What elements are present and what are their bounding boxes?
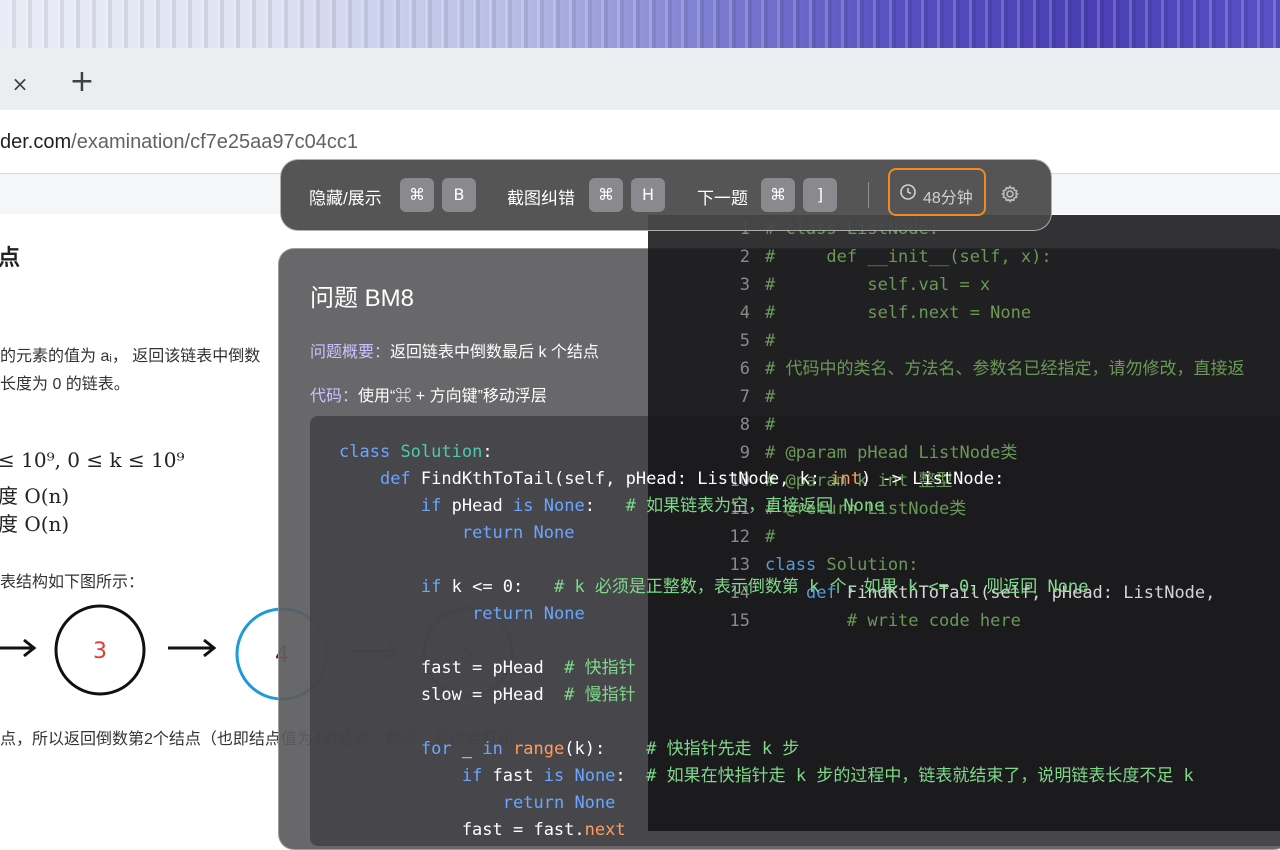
desktop-wallpaper: [0, 0, 1280, 48]
close-tab-icon[interactable]: ×: [8, 72, 32, 96]
problem-title: 点: [0, 245, 21, 270]
url-host: der.com: [0, 131, 72, 153]
problem-description-line: 的元素的值为 aᵢ， 返回该链表中倒数: [0, 348, 261, 365]
gear-icon[interactable]: [1000, 184, 1020, 204]
b-key: B: [442, 178, 476, 212]
arrow-icon: [168, 638, 217, 658]
example-note: 表结构如下图所示：: [0, 574, 145, 591]
problem-summary: 问题概要：返回链表中倒数最后 k 个结点: [310, 338, 599, 362]
clock-icon: [900, 184, 916, 200]
code-label: 代码：: [310, 388, 359, 405]
panel-title: 问题 BM8: [310, 285, 415, 312]
url-path: /examination/cf7e25aa97c04cc1: [71, 131, 359, 153]
line-number: 7: [739, 387, 750, 407]
bracket-key: ]: [803, 178, 837, 212]
line-number: 3: [739, 275, 750, 295]
line-number: 5: [739, 331, 750, 351]
line-number: 4: [739, 303, 750, 323]
h-key: H: [631, 178, 665, 212]
answer-code: class Solution: def FindKthToTail(self, …: [339, 442, 1194, 840]
summary-text: 返回链表中倒数最后 k 个结点: [390, 344, 599, 361]
next-question-label[interactable]: 下一题: [697, 184, 748, 209]
line-number: 2: [739, 247, 750, 267]
arrow-icon: [0, 638, 37, 658]
cmd-key: ⌘: [761, 178, 795, 212]
constraint-range: ≤ 10⁹, 0 ≤ k ≤ 10⁹: [0, 448, 185, 472]
line-number: 6: [739, 359, 750, 379]
toolbar-divider: [868, 182, 869, 208]
browser-tab-bar: [0, 48, 1280, 110]
cmd-key: ⌘: [589, 178, 623, 212]
cmd-key: ⌘: [400, 178, 434, 212]
timer-text: 48分钟: [923, 190, 973, 207]
space-complexity: 度 O(n): [0, 512, 70, 536]
problem-description-line: 长度为 0 的链表。: [0, 376, 130, 393]
url-text[interactable]: der.com/examination/cf7e25aa97c04cc1: [0, 131, 358, 154]
time-complexity: 度 O(n): [0, 484, 70, 508]
hide-show-label[interactable]: 隐藏/展示: [309, 184, 382, 209]
new-tab-icon[interactable]: +: [68, 67, 96, 97]
screenshot-fix-label[interactable]: 截图纠错: [507, 184, 575, 209]
code-hint: 代码：使用“⌘ + 方向键”移动浮层: [310, 382, 547, 406]
code-hint-text: 使用“⌘ + 方向键”移动浮层: [358, 388, 547, 405]
line-number: 8: [739, 415, 750, 435]
node-value: 3: [93, 639, 107, 664]
summary-label: 问题概要：: [310, 344, 391, 361]
